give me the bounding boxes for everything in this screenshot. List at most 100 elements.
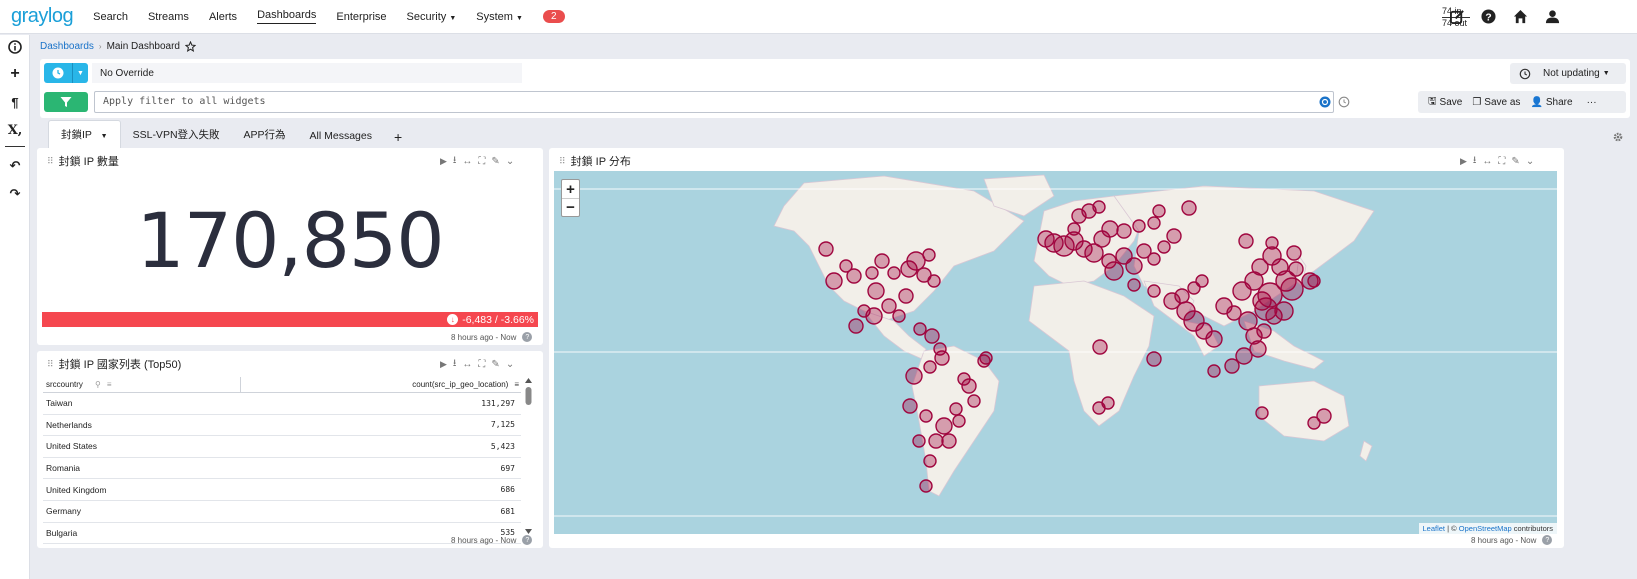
ip-marker[interactable]	[957, 372, 971, 386]
ip-marker[interactable]	[906, 251, 926, 271]
time-override-display[interactable]: No Override	[92, 63, 522, 83]
share-button[interactable]: 👤 Share	[1530, 97, 1572, 108]
ip-marker[interactable]	[1205, 330, 1223, 348]
world-map[interactable]: + − Leaflet | © OpenStreetMap contributo…	[554, 171, 1557, 534]
filter-button[interactable]	[44, 92, 88, 112]
chevron-down-icon[interactable]: ⌄	[506, 156, 514, 167]
table-row[interactable]: Taiwan 131,297	[43, 393, 521, 415]
nav-enterprise[interactable]: Enterprise	[336, 11, 386, 23]
ip-marker[interactable]	[1238, 311, 1258, 331]
edit-icon[interactable]: ✎	[491, 359, 499, 370]
user-icon[interactable]	[1545, 9, 1560, 24]
nav-security[interactable]: Security ▼	[407, 11, 457, 23]
ip-marker[interactable]	[934, 350, 950, 366]
ip-marker[interactable]	[1092, 401, 1106, 415]
sort-icon[interactable]: ≡	[107, 380, 112, 389]
zoom-in-button[interactable]: +	[562, 180, 579, 198]
ip-marker[interactable]	[1152, 204, 1166, 218]
fullscreen-icon[interactable]: ⛶	[1498, 156, 1505, 167]
play-icon[interactable]: ▶	[440, 359, 447, 370]
ip-marker[interactable]	[1224, 358, 1240, 374]
nav-dashboards[interactable]: Dashboards	[257, 9, 317, 24]
undo-icon[interactable]: ↶	[7, 158, 23, 174]
table-row[interactable]: Netherlands 7,125	[43, 415, 521, 437]
query-validation-icon[interactable]	[1319, 96, 1331, 108]
breadcrumb-dashboards[interactable]: Dashboards	[40, 41, 94, 52]
ip-marker[interactable]	[1207, 364, 1221, 378]
ip-marker[interactable]	[1092, 339, 1108, 355]
edit-icon[interactable]	[1450, 9, 1465, 24]
notification-badge[interactable]: 2	[542, 10, 565, 23]
table-row[interactable]: Bulgaria 535	[43, 523, 521, 545]
ip-marker[interactable]	[919, 409, 933, 423]
ip-marker[interactable]	[1235, 347, 1253, 365]
ip-marker[interactable]	[1092, 200, 1106, 214]
filter-input[interactable]: Apply filter to all widgets	[94, 91, 1334, 113]
table-row[interactable]: Romania 697	[43, 458, 521, 480]
ip-marker[interactable]	[902, 398, 918, 414]
help-icon[interactable]: ?	[1542, 535, 1553, 545]
tab-ssl-vpn[interactable]: SSL-VPN登入失敗	[121, 121, 232, 148]
ip-marker[interactable]	[1067, 222, 1081, 236]
save-button[interactable]: 🖫 Save	[1428, 94, 1462, 111]
column-header-count[interactable]: count(src_ip_geo_location)	[241, 380, 515, 389]
ip-marker[interactable]	[967, 394, 981, 408]
ip-marker[interactable]	[924, 328, 940, 344]
ip-marker[interactable]	[848, 318, 864, 334]
ip-marker[interactable]	[1146, 351, 1162, 367]
expand-horizontal-icon[interactable]: ↔	[1482, 156, 1492, 167]
ip-marker[interactable]	[1195, 274, 1209, 288]
help-icon[interactable]: ?	[1481, 9, 1496, 24]
tab-blocked-ip[interactable]: 封鎖IP ▼	[48, 120, 121, 148]
pilcrow-icon[interactable]: ¶	[7, 94, 23, 110]
ip-marker[interactable]	[979, 351, 993, 365]
pin-icon[interactable]: ⚲	[95, 380, 101, 389]
ip-marker[interactable]	[1256, 323, 1272, 339]
ip-marker[interactable]	[1101, 220, 1119, 238]
nav-alerts[interactable]: Alerts	[209, 11, 237, 23]
ip-marker[interactable]	[1286, 245, 1302, 261]
ip-marker[interactable]	[923, 454, 937, 468]
play-icon[interactable]: ▶	[1460, 156, 1467, 167]
expand-horizontal-icon[interactable]: ↔	[462, 359, 472, 370]
drag-handle-icon[interactable]: ⠿	[47, 156, 54, 167]
edit-icon[interactable]: ✎	[1511, 156, 1519, 167]
ip-marker[interactable]	[919, 479, 933, 493]
download-icon[interactable]: ⭳	[453, 356, 457, 373]
ip-marker[interactable]	[928, 433, 944, 449]
play-icon[interactable]: ▶	[440, 156, 447, 167]
save-as-button[interactable]: ❐ Save as	[1472, 97, 1520, 108]
tab-app-behavior[interactable]: APP行為	[232, 121, 298, 148]
expand-horizontal-icon[interactable]: ↔	[462, 156, 472, 167]
redo-icon[interactable]: ↷	[7, 186, 23, 202]
table-scrollbar[interactable]	[524, 377, 533, 535]
graylog-logo[interactable]: graylog	[11, 5, 74, 28]
ip-marker[interactable]	[1255, 406, 1269, 420]
star-icon[interactable]	[184, 41, 196, 52]
ip-marker[interactable]	[1265, 307, 1283, 325]
ip-marker[interactable]	[949, 402, 963, 416]
ip-marker[interactable]	[1132, 219, 1146, 233]
ip-marker[interactable]	[923, 360, 937, 374]
ip-marker[interactable]	[874, 253, 890, 269]
ip-marker[interactable]	[952, 414, 966, 428]
ip-marker[interactable]	[1147, 216, 1161, 230]
ip-marker[interactable]	[1307, 416, 1321, 430]
add-tab-button[interactable]: +	[384, 126, 412, 148]
ip-marker[interactable]	[898, 288, 914, 304]
gear-icon[interactable]	[1612, 131, 1624, 143]
ip-marker[interactable]	[1288, 261, 1304, 277]
chevron-down-icon[interactable]: ⌄	[506, 359, 514, 370]
ip-marker[interactable]	[846, 268, 862, 284]
plus-icon[interactable]: +	[7, 65, 23, 82]
ip-marker[interactable]	[1280, 277, 1304, 301]
zoom-out-button[interactable]: −	[562, 198, 579, 216]
chevron-down-icon[interactable]: ⌄	[1526, 156, 1534, 167]
more-actions-button[interactable]: ···	[1587, 97, 1597, 108]
nav-system[interactable]: System ▼	[476, 11, 523, 23]
ip-marker[interactable]	[1147, 252, 1161, 266]
table-row[interactable]: United States 5,423	[43, 436, 521, 458]
ip-marker[interactable]	[1174, 288, 1190, 304]
download-icon[interactable]: ⭳	[1473, 153, 1477, 170]
ip-marker[interactable]	[818, 241, 834, 257]
